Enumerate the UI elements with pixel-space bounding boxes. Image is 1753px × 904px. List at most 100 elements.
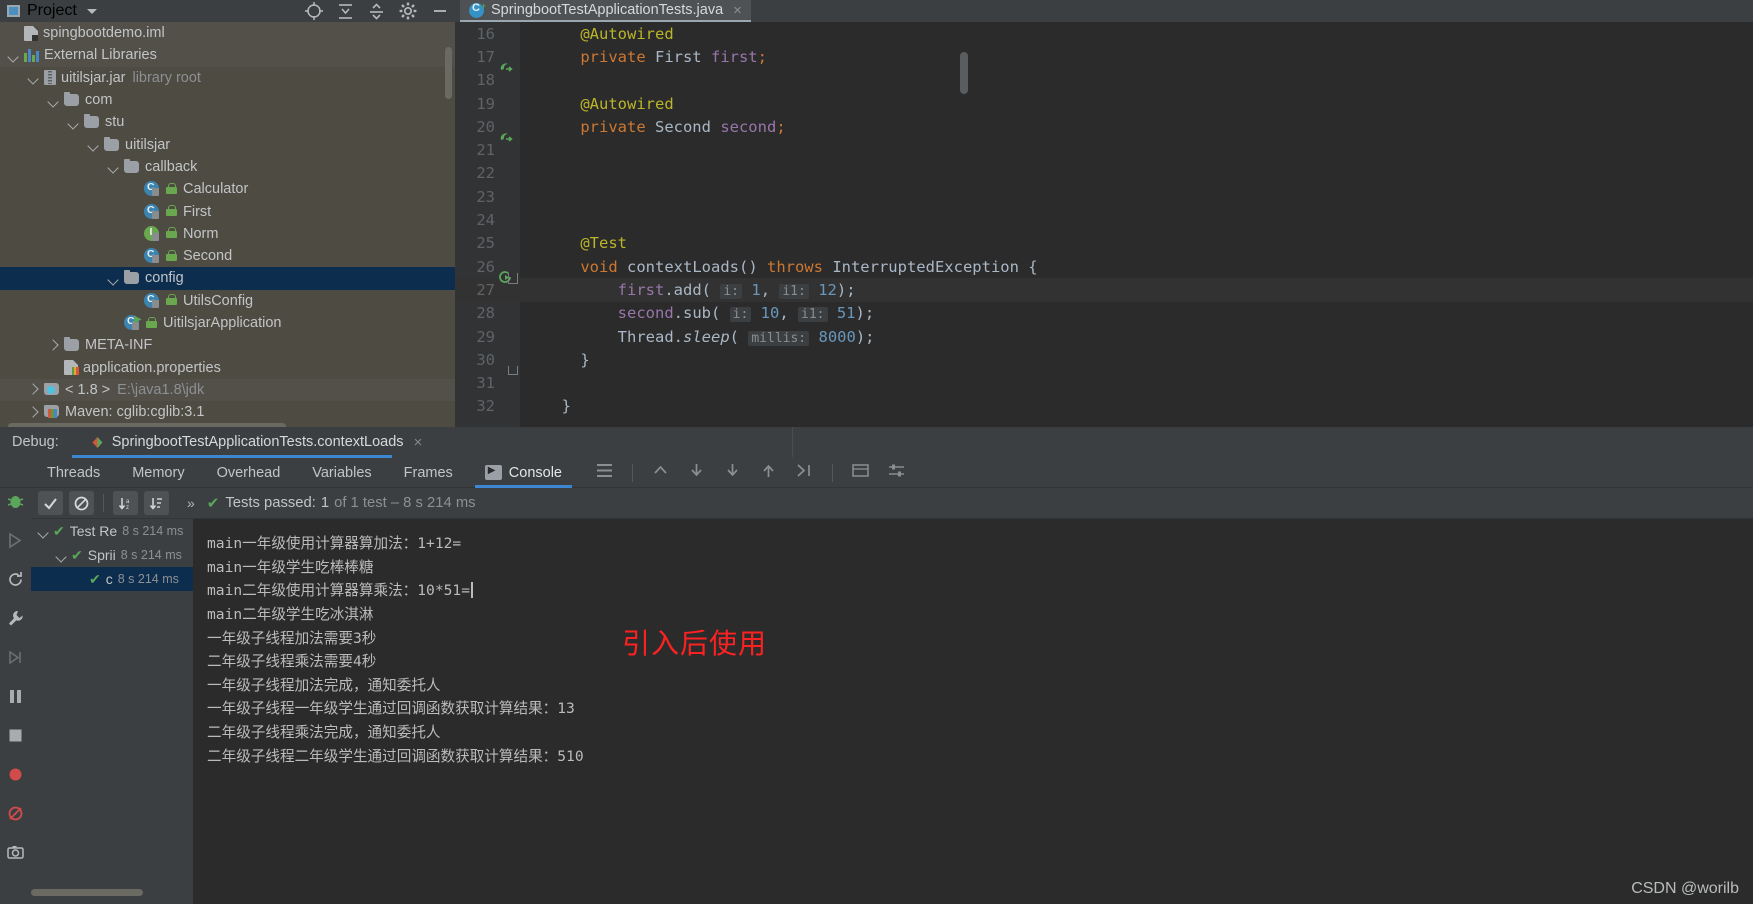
debug-tool-tabs[interactable]: Threads Memory Overhead Variables Frames Cons… <box>0 458 1753 488</box>
drop-frame-icon[interactable] <box>796 463 813 483</box>
code-line[interactable]: 32 } <box>455 395 1753 418</box>
tree-item[interactable]: callback <box>0 156 455 178</box>
code-line[interactable]: 30 } <box>455 348 1753 375</box>
step-over-icon[interactable] <box>6 648 25 672</box>
rerun-icon[interactable] <box>6 570 25 594</box>
code-line[interactable]: 27 first.add( i: 1, i1: 12); <box>455 278 1753 302</box>
code-line[interactable]: 20 private Second second; <box>455 115 1753 142</box>
list-icon[interactable] <box>596 463 613 483</box>
sort-by-duration-icon[interactable] <box>144 491 169 515</box>
test-results-tree[interactable]: ✔ Test Re 8 s 214 ms ✔ Sprii 8 s 214 ms ✔ c 8 s … <box>31 519 193 904</box>
editor-scrollbar[interactable] <box>960 52 968 94</box>
test-results-toolbar[interactable]: az » ✔ Tests passed: 1 of 1 test – 8 s 2… <box>31 488 1753 519</box>
settings-wrench-icon[interactable] <box>6 609 25 633</box>
tree-item[interactable]: config <box>0 267 455 290</box>
tree-item[interactable]: External Libraries <box>0 44 455 67</box>
chevron-down-icon[interactable] <box>48 95 59 106</box>
mute-breakpoints-icon[interactable] <box>6 765 25 789</box>
bug-icon[interactable] <box>6 492 25 516</box>
code-line[interactable]: 16 @Autowired <box>455 22 1753 45</box>
toolbar-overflow-button[interactable]: » <box>187 495 195 511</box>
console-toolbar[interactable] <box>596 463 905 483</box>
test-tree-item[interactable]: ✔ Test Re 8 s 214 ms <box>31 519 193 543</box>
fold-start-icon[interactable] <box>508 272 518 284</box>
test-tree-hscrollbar[interactable] <box>31 889 143 896</box>
chevron-down-icon[interactable] <box>68 117 79 128</box>
tree-item[interactable]: spingbootdemo.iml <box>0 22 455 45</box>
debug-tab-overhead[interactable]: Overhead <box>201 458 297 488</box>
debug-tab-memory[interactable]: Memory <box>116 458 200 488</box>
code-line[interactable]: 22 <box>455 162 1753 185</box>
screenshot-icon[interactable] <box>6 843 25 867</box>
debug-tab-frames[interactable]: Frames <box>388 458 469 488</box>
debug-tab-variables[interactable]: Variables <box>296 458 387 488</box>
chevron-down-icon[interactable] <box>108 273 119 284</box>
debug-tab-threads[interactable]: Threads <box>31 458 116 488</box>
chevron-down-icon[interactable] <box>108 161 119 172</box>
tree-item[interactable]: UtilsConfig <box>0 290 455 312</box>
code-line[interactable]: 24 <box>455 208 1753 231</box>
project-tree[interactable]: spingbootdemo.iml External Libraries uitil… <box>0 22 455 427</box>
tree-scrollbar[interactable] <box>445 47 452 99</box>
pause-icon[interactable] <box>6 687 25 711</box>
chevron-right-icon[interactable] <box>28 407 39 418</box>
tree-item[interactable]: uitilsjar.jar library root <box>0 67 455 89</box>
chevron-right-icon[interactable] <box>48 340 59 351</box>
step-out-icon[interactable] <box>760 463 777 483</box>
collapse-all-icon[interactable] <box>368 2 385 20</box>
spring-bean-icon[interactable] <box>499 61 513 75</box>
tree-item[interactable]: uitilsjar <box>0 133 455 155</box>
tree-item[interactable]: Norm <box>0 223 455 245</box>
stop-icon[interactable] <box>6 726 25 750</box>
code-line[interactable]: 26 void contextLoads() throws Interrupte… <box>455 255 1753 284</box>
locate-icon[interactable] <box>305 2 323 20</box>
code-line[interactable]: 17 private First first; <box>455 45 1753 72</box>
tree-item[interactable]: ▶ UitilsjarApplication <box>0 312 455 334</box>
chevron-down-icon[interactable] <box>28 72 39 83</box>
code-line[interactable]: 31 <box>455 371 1753 394</box>
step-down-icon[interactable] <box>688 463 705 483</box>
gear-icon[interactable] <box>399 2 417 20</box>
console-output[interactable]: main一年级使用计算器算加法：1+12= main一年级学生吃棒棒糖 main二年… <box>193 519 1753 885</box>
close-icon[interactable]: × <box>733 2 742 19</box>
debug-tab-console[interactable]: Console <box>469 458 578 488</box>
tree-item[interactable]: Calculator <box>0 178 455 200</box>
tree-item[interactable]: com <box>0 89 455 111</box>
mute-breakpoints-crossed-icon[interactable] <box>6 804 25 828</box>
chevron-down-icon[interactable] <box>86 8 97 14</box>
close-icon[interactable]: × <box>414 434 423 451</box>
tree-item[interactable]: First <box>0 200 455 222</box>
spring-bean-icon[interactable] <box>499 131 513 145</box>
fold-end-icon[interactable] <box>508 365 518 375</box>
tree-item[interactable]: Maven: cglib:cglib:3.1 <box>0 401 455 423</box>
code-editor[interactable]: 16 @Autowired 17 private First first; 18 1… <box>455 22 1753 427</box>
settings-sliders-icon[interactable] <box>888 463 905 483</box>
tree-item[interactable]: META-INF <box>0 334 455 356</box>
step-into-icon[interactable] <box>724 463 741 483</box>
code-line[interactable]: 21 <box>455 138 1753 161</box>
code-line[interactable]: 19 @Autowired <box>455 92 1753 115</box>
hide-ignored-icon[interactable] <box>69 491 94 515</box>
chevron-down-icon[interactable] <box>56 550 67 561</box>
minimize-icon[interactable] <box>431 2 449 20</box>
sort-alphabetically-icon[interactable]: az <box>113 491 138 515</box>
code-line[interactable]: 29 Thread.sleep( millis: 8000); <box>455 325 1753 348</box>
editor-tab[interactable]: + SpringbootTestApplicationTests.java × <box>460 0 751 22</box>
tree-item[interactable]: stu <box>0 111 455 133</box>
chevron-down-icon[interactable] <box>8 50 19 61</box>
test-tree-item[interactable]: ✔ c 8 s 214 ms <box>31 567 193 591</box>
expand-all-icon[interactable] <box>337 3 354 20</box>
debug-side-toolbar[interactable] <box>0 488 31 904</box>
debug-session-tab[interactable]: SpringbootTestApplicationTests.contextLo… <box>91 427 794 457</box>
show-passed-icon[interactable] <box>38 491 63 515</box>
tree-item[interactable]: Second <box>0 245 455 267</box>
code-line[interactable]: 28 second.sub( i: 10, i1: 51); <box>455 302 1753 325</box>
test-tree-item[interactable]: ✔ Sprii 8 s 214 ms <box>31 543 193 567</box>
step-up-icon[interactable] <box>652 463 669 483</box>
soft-wrap-icon[interactable] <box>852 463 869 483</box>
resume-program-icon[interactable] <box>6 531 25 555</box>
chevron-right-icon[interactable] <box>28 384 39 395</box>
code-line[interactable]: 23 <box>455 185 1753 208</box>
chevron-down-icon[interactable] <box>38 526 49 537</box>
tree-item[interactable]: application.properties <box>0 356 455 378</box>
